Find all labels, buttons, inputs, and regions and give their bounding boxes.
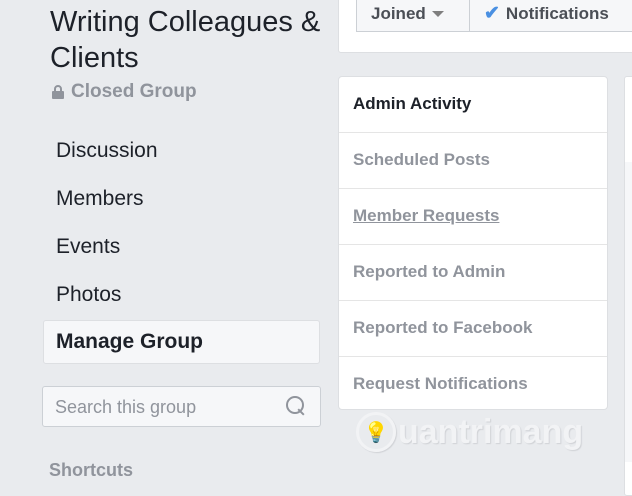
watermark-logo: 💡 uantrimang (356, 412, 583, 452)
menu-request-notifications[interactable]: Request Notifications (339, 357, 607, 409)
menu-label: Request Notifications (353, 374, 528, 393)
menu-label: Admin Activity (353, 94, 472, 113)
search-placeholder: Search this group (55, 397, 197, 417)
group-actions-card: Joined ✔ Notifications (338, 0, 632, 53)
menu-label: Member Requests (353, 206, 500, 225)
menu-label: Reported to Facebook (353, 318, 533, 337)
lightbulb-icon: 💡 (356, 412, 396, 452)
caret-down-icon (431, 10, 444, 17)
privacy-label: Closed Group (71, 81, 197, 102)
menu-label: Scheduled Posts (353, 150, 490, 169)
search-icon[interactable] (286, 396, 306, 416)
notifications-button[interactable]: ✔ Notifications (469, 0, 632, 32)
nav-manage-group[interactable]: Manage Group (43, 320, 320, 364)
menu-admin-activity[interactable]: Admin Activity (339, 77, 607, 133)
menu-label: Reported to Admin (353, 262, 506, 281)
shortcuts-heading: Shortcuts (49, 460, 134, 480)
joined-label: Joined (371, 3, 426, 23)
menu-reported-to-admin[interactable]: Reported to Admin (339, 245, 607, 301)
joined-button[interactable]: Joined (356, 0, 470, 32)
watermark-text: uantrimang (398, 412, 584, 451)
manage-group-menu: Admin Activity Scheduled Posts Member Re… (338, 76, 608, 410)
nav-events[interactable]: Events (43, 225, 320, 269)
nav-members[interactable]: Members (43, 177, 320, 221)
nav-photos[interactable]: Photos (43, 273, 320, 317)
nav-discussion[interactable]: Discussion (43, 129, 320, 173)
notifications-label: Notifications (505, 3, 609, 23)
menu-reported-to-facebook[interactable]: Reported to Facebook (339, 301, 607, 357)
menu-scheduled-posts[interactable]: Scheduled Posts (339, 133, 607, 189)
content-panel (624, 76, 632, 496)
group-privacy: Closed Group (52, 81, 197, 103)
menu-member-requests[interactable]: Member Requests (339, 189, 607, 245)
group-title: Writing Colleagues & Clients (50, 6, 321, 74)
check-icon: ✔ (484, 3, 500, 24)
search-input[interactable]: Search this group (42, 386, 321, 427)
lock-icon (52, 85, 64, 99)
